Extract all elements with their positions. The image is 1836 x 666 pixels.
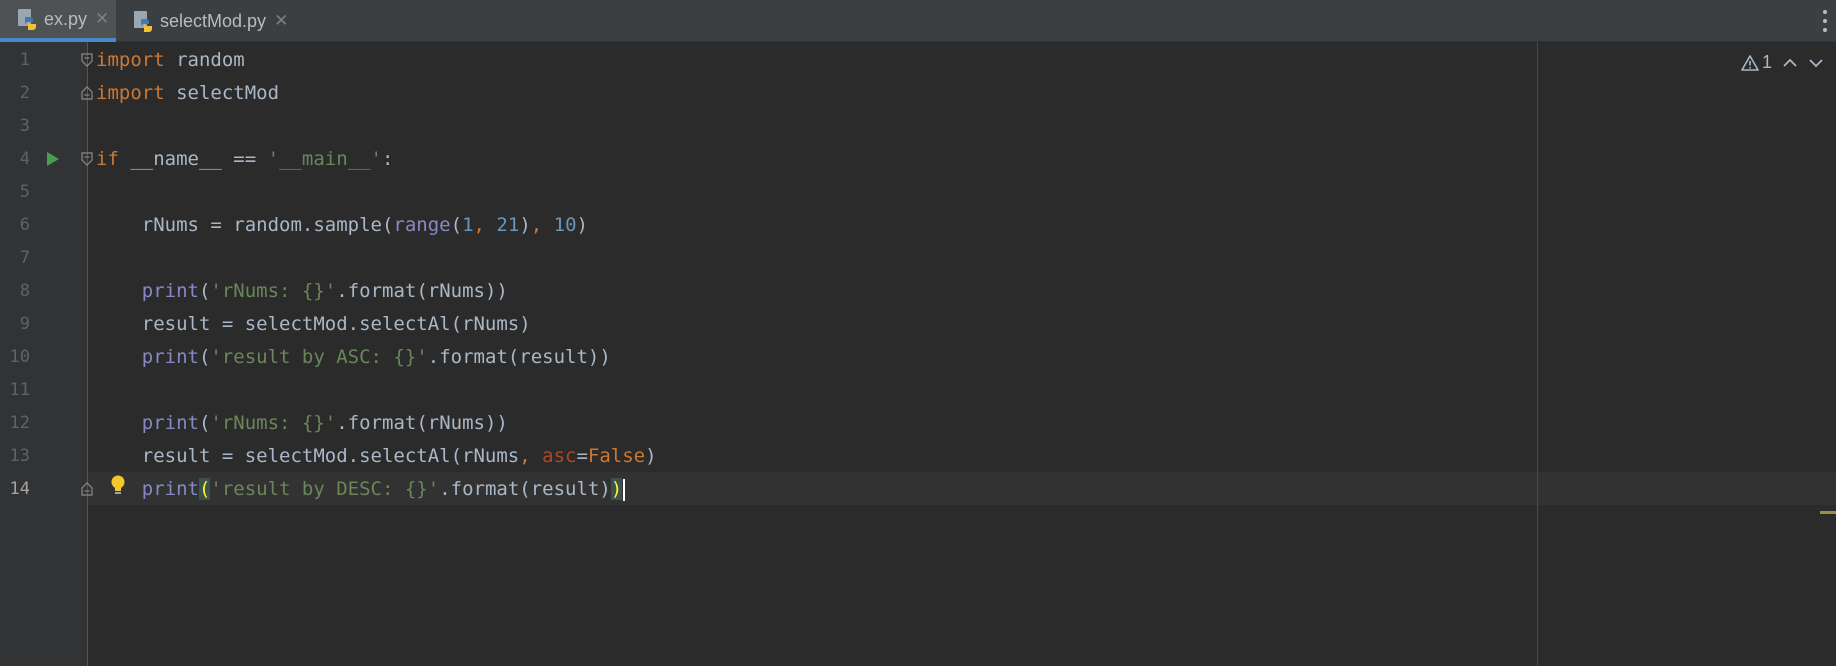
line-number: 1 — [19, 50, 30, 70]
chevron-up-icon[interactable] — [1782, 57, 1798, 69]
code-line-6[interactable]: rNums = random.sample(range(1, 21), 10) — [96, 209, 588, 242]
code-line-10[interactable]: print('result by ASC: {}'.format(result)… — [96, 341, 611, 374]
inspection-widget: 1 — [1741, 52, 1824, 73]
more-options-icon[interactable] — [1822, 10, 1828, 32]
fold-start-icon[interactable] — [81, 53, 93, 67]
text-caret — [623, 478, 626, 501]
line-number: 13 — [9, 446, 30, 466]
close-icon[interactable]: ✕ — [95, 9, 109, 29]
gutter-divider — [87, 42, 88, 666]
fold-end-icon[interactable] — [81, 86, 93, 100]
tab-bar: ex.py ✕ selectMod.py ✕ — [0, 0, 1836, 42]
code-line-12[interactable]: print('rNums: {}'.format(rNums)) — [96, 407, 508, 440]
close-icon[interactable]: ✕ — [274, 11, 288, 31]
tab-label: ex.py — [44, 8, 88, 29]
chevron-down-icon[interactable] — [1808, 57, 1824, 69]
line-number: 7 — [19, 248, 30, 268]
warning-count: 1 — [1761, 52, 1772, 72]
code-line-4[interactable]: if __name__ == '__main__': — [96, 143, 393, 176]
code-line-1[interactable]: import random — [96, 44, 245, 77]
tab-selectmod-py[interactable]: selectMod.py ✕ — [116, 0, 296, 42]
tab-ex-py[interactable]: ex.py ✕ — [0, 0, 116, 42]
warning-scroll-marker[interactable] — [1820, 511, 1836, 514]
right-margin-guide — [1537, 42, 1538, 666]
warning-indicator[interactable]: 1 — [1741, 52, 1772, 73]
python-file-icon — [134, 11, 152, 32]
code-line-13[interactable]: result = selectMod.selectAl(rNums, asc=F… — [96, 440, 657, 473]
line-number: 5 — [19, 182, 30, 202]
editor-window: ex.py ✕ selectMod.py ✕ 1 2 3 4 5 6 7 8 9… — [0, 0, 1836, 666]
fold-end-icon[interactable] — [81, 482, 93, 496]
code-line-2[interactable]: import selectMod — [96, 77, 279, 110]
line-number: 3 — [19, 116, 30, 136]
matched-close-paren: ) — [610, 478, 623, 500]
code-line-14[interactable]: print('result by DESC: {}'.format(result… — [96, 473, 626, 506]
line-number-current: 14 — [9, 479, 30, 499]
warning-triangle-icon — [1741, 54, 1759, 71]
run-icon[interactable] — [46, 151, 60, 167]
line-number: 9 — [19, 314, 30, 334]
tab-label: selectMod.py — [160, 10, 267, 31]
line-number: 2 — [19, 83, 30, 103]
code-line-8[interactable]: print('rNums: {}'.format(rNums)) — [96, 275, 508, 308]
matched-open-paren: ( — [198, 478, 211, 500]
python-file-icon — [18, 9, 36, 30]
fold-start-icon[interactable] — [81, 152, 93, 166]
line-number: 10 — [9, 347, 30, 367]
line-number: 11 — [9, 380, 30, 400]
line-number: 12 — [9, 413, 30, 433]
line-number: 4 — [19, 149, 30, 169]
code-line-9[interactable]: result = selectMod.selectAl(rNums) — [96, 308, 531, 341]
line-number: 6 — [19, 215, 30, 235]
line-number: 8 — [19, 281, 30, 301]
